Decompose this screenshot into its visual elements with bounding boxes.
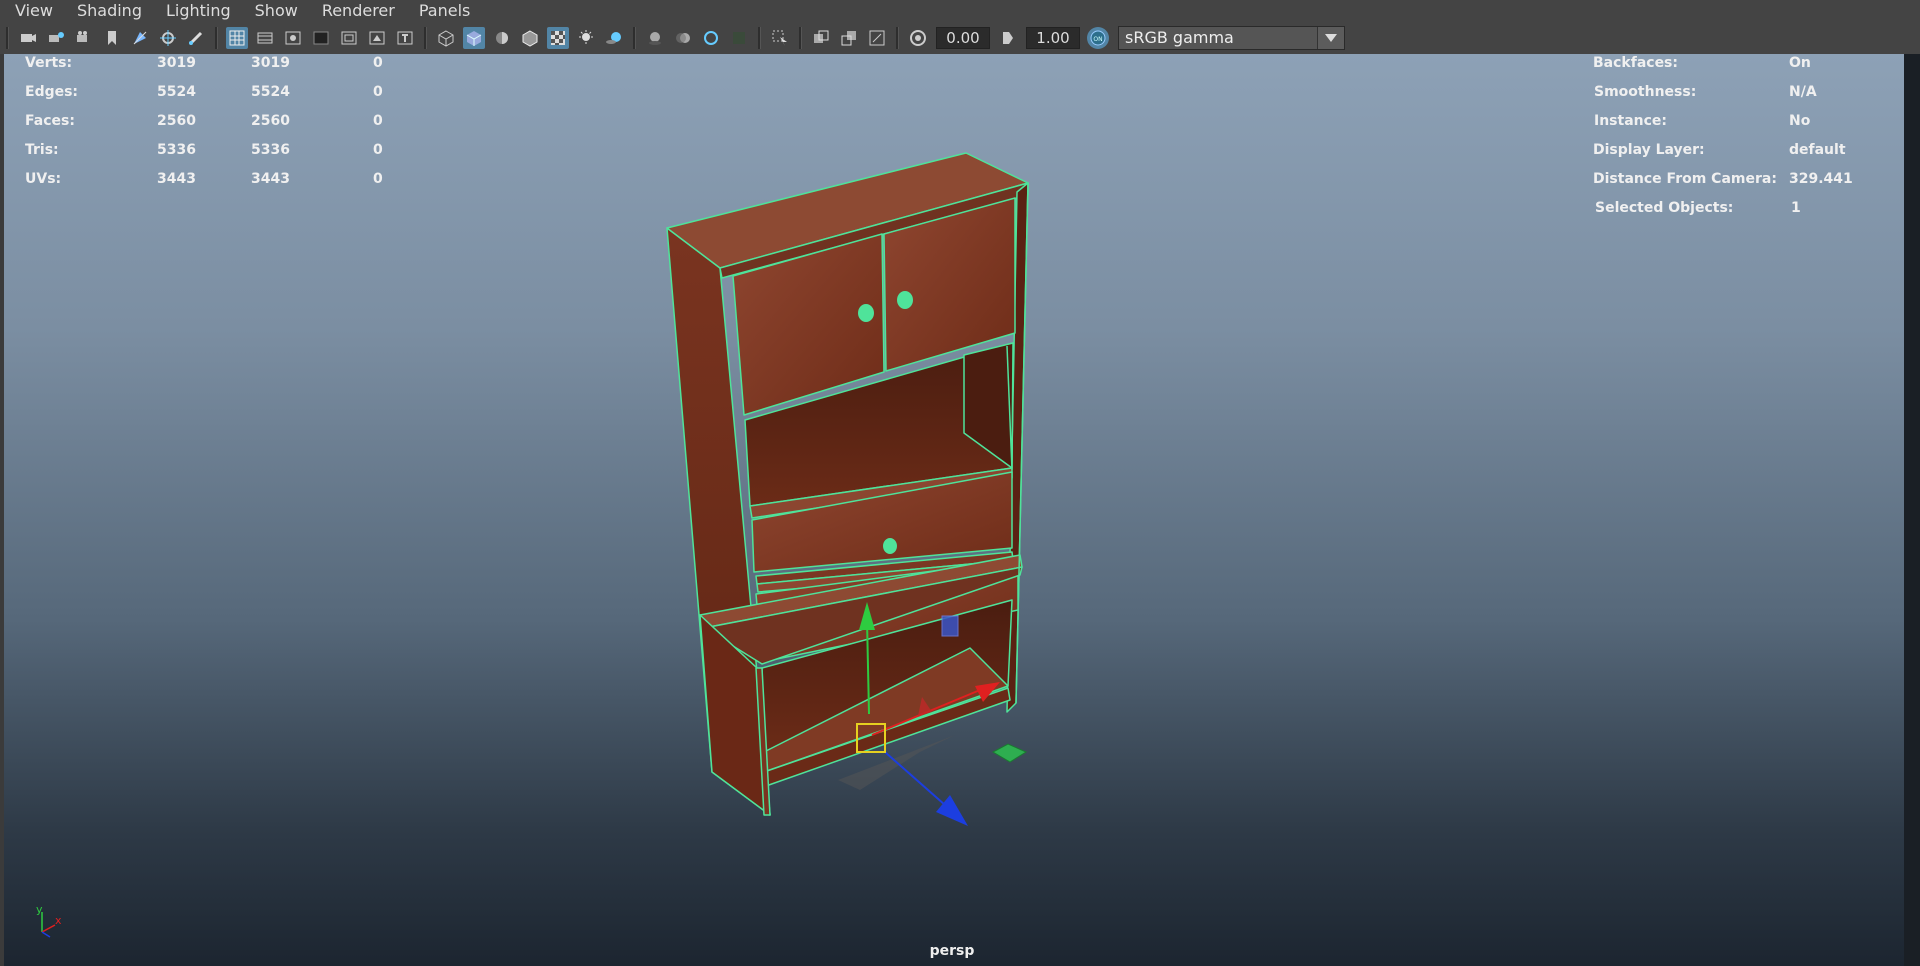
panel-toolbar: 0.00 1.00 ON sRGB gamma — [0, 21, 1920, 54]
film-gate-icon[interactable] — [254, 27, 276, 49]
2d-pan-zoom-icon[interactable] — [157, 27, 179, 49]
menu-panels[interactable]: Panels — [405, 1, 481, 20]
menu-show[interactable]: Show — [241, 1, 308, 20]
gizmo-plane-xz[interactable] — [991, 743, 1028, 763]
safe-action-icon[interactable] — [366, 27, 388, 49]
wireframe-on-shaded-icon[interactable] — [519, 27, 541, 49]
anti-aliasing-icon[interactable] — [700, 27, 722, 49]
bookmark-icon[interactable] — [101, 27, 123, 49]
motion-blur-icon[interactable] — [672, 27, 694, 49]
image-plane-icon[interactable] — [129, 27, 151, 49]
toolbar-separator — [896, 26, 899, 49]
axis-label-y: y — [36, 903, 43, 916]
door-knob-left[interactable] — [858, 304, 874, 322]
camera-bookmark-icon[interactable] — [73, 27, 95, 49]
gizmo-plane-xy[interactable] — [941, 615, 959, 637]
grease-pencil-icon[interactable] — [185, 27, 207, 49]
exposure-icon[interactable] — [907, 27, 929, 49]
toolbar-separator — [6, 26, 9, 49]
safe-title-icon[interactable] — [394, 27, 416, 49]
axis-label-x: x — [55, 914, 62, 927]
drawer-knob[interactable] — [883, 538, 897, 554]
toolbar-separator — [424, 26, 427, 49]
xray-icon[interactable] — [810, 27, 832, 49]
depth-of-field-icon[interactable] — [728, 27, 750, 49]
view-transform-value: sRGB gamma — [1125, 28, 1234, 47]
textured-icon[interactable] — [547, 26, 569, 49]
chevron-down-icon[interactable] — [1317, 26, 1344, 49]
viewport-persp[interactable]: Verts: 3019 3019 0 Edges: 5524 5524 0 Fa… — [0, 54, 1920, 966]
screen-space-ao-icon[interactable] — [644, 27, 666, 49]
wireframe-icon[interactable] — [435, 27, 457, 49]
camera-attributes-icon[interactable] — [45, 27, 67, 49]
smooth-shade-icon[interactable] — [463, 26, 485, 49]
gamma-icon[interactable] — [997, 27, 1019, 49]
grid-icon[interactable] — [226, 26, 248, 49]
color-management-icon[interactable]: ON — [1087, 26, 1109, 49]
field-chart-icon[interactable] — [338, 27, 360, 49]
use-all-lights-icon[interactable] — [575, 27, 597, 49]
xray-joints-icon[interactable] — [866, 27, 888, 49]
resolution-gate-icon[interactable] — [282, 27, 304, 49]
menu-renderer[interactable]: Renderer — [308, 1, 405, 20]
viewport-left-border — [0, 54, 4, 966]
scene-canvas[interactable]: y x — [0, 54, 1920, 966]
exposure-field[interactable]: 0.00 — [936, 26, 990, 49]
gamma-field[interactable]: 1.00 — [1026, 26, 1080, 49]
gizmo-z-axis[interactable] — [884, 751, 946, 806]
shadows-icon[interactable] — [603, 27, 625, 49]
select-camera-icon[interactable] — [17, 27, 39, 49]
menu-lighting[interactable]: Lighting — [152, 1, 241, 20]
isolate-select-icon[interactable] — [769, 27, 791, 49]
view-axis-indicator: y x — [36, 903, 62, 938]
toolbar-separator — [799, 26, 802, 49]
menu-view[interactable]: View — [0, 1, 63, 20]
use-default-material-icon[interactable] — [491, 27, 513, 49]
cabinet-model[interactable] — [666, 152, 1029, 816]
toolbar-separator — [633, 26, 636, 49]
gate-mask-icon[interactable] — [310, 27, 332, 49]
view-transform-dropdown[interactable]: sRGB gamma — [1118, 25, 1345, 50]
camera-name-label: persp — [929, 943, 975, 959]
svg-text:ON: ON — [1093, 36, 1102, 43]
toolbar-separator — [758, 26, 761, 49]
xray-active-components-icon[interactable] — [838, 27, 860, 49]
gizmo-z-arrow-icon[interactable] — [936, 795, 968, 826]
door-knob-right[interactable] — [897, 291, 913, 309]
viewport-right-border — [1904, 54, 1920, 966]
toolbar-separator — [215, 26, 218, 49]
panel-menu-bar: View Shading Lighting Show Renderer Pane… — [0, 0, 1920, 21]
menu-shading[interactable]: Shading — [63, 1, 152, 20]
